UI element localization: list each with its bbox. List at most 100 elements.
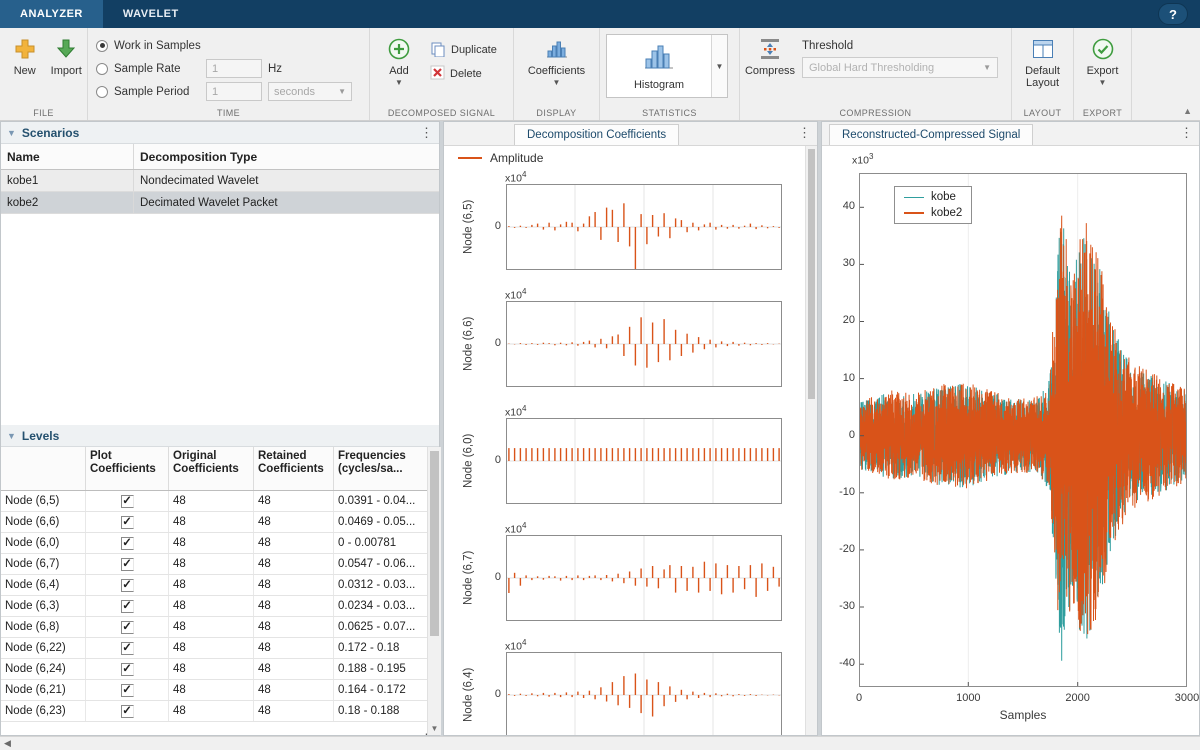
node-label-cell: Node (6,5): [1, 491, 86, 511]
node-label-cell: Node (6,3): [1, 596, 86, 616]
display-section-label: DISPLAY: [514, 108, 599, 118]
node-label-cell: Node (6,24): [1, 659, 86, 679]
levels-row[interactable]: Node (6,21)✓48480.164 - 0.172: [1, 680, 427, 701]
coeff-panel-menu-button[interactable]: ⋮: [798, 124, 811, 142]
plot-cell: ✓: [86, 659, 169, 679]
levels-row[interactable]: Node (6,0)✓48480 - 0.00781: [1, 533, 427, 554]
default-layout-label: Default Layout: [1018, 65, 1068, 89]
retained-coefficients-cell: 48: [254, 491, 334, 511]
add-button[interactable]: Add ▼: [374, 32, 424, 87]
scenario-decomposition-type: Nondecimated Wavelet: [134, 170, 439, 191]
histogram-button[interactable]: Histogram: [607, 35, 711, 97]
work-in-samples-radio[interactable]: [96, 40, 108, 52]
new-label: New: [14, 65, 36, 77]
coeff-panel-header: Decomposition Coefficients ⋮: [444, 122, 817, 146]
scenario-row[interactable]: kobe1Nondecimated Wavelet: [1, 170, 439, 192]
levels-row[interactable]: Node (6,8)✓48480.0625 - 0.07...: [1, 617, 427, 638]
levels-row[interactable]: Node (6,22)✓48480.172 - 0.18: [1, 638, 427, 659]
plot-checkbox[interactable]: ✓: [121, 495, 134, 508]
chevron-down-icon: ▼: [983, 63, 991, 72]
compress-button[interactable]: Compress: [742, 32, 798, 77]
coeff-scrollbar[interactable]: [805, 146, 817, 735]
original-coefficients-cell: 48: [169, 659, 254, 679]
retained-coefficients-cell: 48: [254, 596, 334, 616]
frequencies-cell: 0.0547 - 0.06...: [334, 554, 427, 574]
coeff-scrollbar-thumb[interactable]: [808, 149, 815, 399]
collapse-left-icon[interactable]: ◀: [4, 738, 11, 749]
node-label-cell: Node (6,22): [1, 638, 86, 658]
signal-panel-menu-button[interactable]: ⋮: [1180, 124, 1193, 142]
collapse-triangle-icon[interactable]: ▼: [7, 431, 16, 441]
scenarios-menu-button[interactable]: ⋮: [420, 124, 433, 142]
file-section-label: FILE: [0, 108, 87, 118]
duplicate-button[interactable]: Duplicate: [424, 38, 503, 62]
levels-row[interactable]: Node (6,6)✓48480.0469 - 0.05...: [1, 512, 427, 533]
y-tick-label: -20: [825, 543, 855, 555]
sample-rate-input[interactable]: 1: [206, 59, 262, 78]
sample-period-input[interactable]: 1: [206, 82, 262, 101]
plot-checkbox[interactable]: ✓: [121, 579, 134, 592]
levels-row[interactable]: Node (6,4)✓48480.0312 - 0.03...: [1, 575, 427, 596]
retained-coefficients-cell: 48: [254, 533, 334, 553]
signal-panel-tab[interactable]: Reconstructed-Compressed Signal: [829, 124, 1033, 145]
plot-checkbox[interactable]: ✓: [121, 642, 134, 655]
coefficients-button[interactable]: Coefficients ▼: [519, 32, 595, 87]
frequencies-cell: 0.0234 - 0.03...: [334, 596, 427, 616]
levels-row[interactable]: Node (6,7)✓48480.0547 - 0.06...: [1, 554, 427, 575]
plot-checkbox[interactable]: ✓: [121, 558, 134, 571]
column-header-plot-coefficients: Plot Coefficients: [86, 447, 169, 490]
coefficient-subplot: x104Node (6,4)0: [444, 637, 807, 735]
levels-row[interactable]: Node (6,5)✓48480.0391 - 0.04...: [1, 491, 427, 512]
gallery-dropdown-button[interactable]: ▼: [711, 35, 727, 97]
levels-row[interactable]: Node (6,24)✓48480.188 - 0.195: [1, 659, 427, 680]
scenarios-table: Name Decomposition Type kobe1Nondecimate…: [1, 144, 439, 214]
default-layout-button[interactable]: Default Layout: [1018, 32, 1068, 89]
kobe-legend-label: kobe: [931, 191, 956, 203]
layout-section-label: LAYOUT: [1012, 108, 1073, 118]
levels-scrollbar[interactable]: ▼: [427, 447, 441, 735]
column-header-original-coefficients: Original Coefficients: [169, 447, 254, 490]
levels-row[interactable]: Node (6,23)✓48480.18 - 0.188: [1, 701, 427, 722]
levels-row[interactable]: Node (6,3)✓48480.0234 - 0.03...: [1, 596, 427, 617]
export-label: Export: [1087, 65, 1119, 77]
y-tick-label: 20: [825, 314, 855, 326]
chevron-down-icon: ▼: [716, 62, 724, 71]
tab-analyzer[interactable]: ANALYZER: [0, 0, 103, 28]
coefficient-plots-area: x104Node (6,5)0x104Node (6,6)0x104Node (…: [444, 169, 807, 735]
collapse-triangle-icon[interactable]: ▼: [7, 128, 16, 138]
sample-rate-radio[interactable]: [96, 63, 108, 75]
scenario-row[interactable]: kobe2Decimated Wavelet Packet: [1, 192, 439, 214]
sample-period-radio[interactable]: [96, 86, 108, 98]
scroll-down-arrow-icon[interactable]: ▼: [428, 722, 441, 735]
plot-checkbox[interactable]: ✓: [121, 684, 134, 697]
legend-entry-kobe2: kobe2: [904, 207, 962, 219]
original-coefficients-cell: 48: [169, 701, 254, 721]
scenarios-title: Scenarios: [22, 126, 79, 140]
new-button[interactable]: New: [4, 32, 46, 77]
plot-checkbox[interactable]: ✓: [121, 537, 134, 550]
levels-scrollbar-thumb[interactable]: [430, 451, 439, 636]
plot-checkbox[interactable]: ✓: [121, 600, 134, 613]
export-button[interactable]: Export ▼: [1078, 32, 1128, 87]
new-plus-icon: [14, 35, 36, 63]
node-axis-label: Node (6,5): [461, 184, 476, 270]
sample-period-units-dropdown[interactable]: seconds ▼: [268, 82, 352, 101]
toolstrip-collapse-button[interactable]: ▲: [1183, 106, 1192, 116]
plot-checkbox[interactable]: ✓: [121, 516, 134, 529]
retained-coefficients-cell: 48: [254, 617, 334, 637]
coeff-panel-tab[interactable]: Decomposition Coefficients: [514, 124, 679, 145]
coefficients-label: Coefficients: [528, 65, 585, 77]
compress-icon: [758, 35, 782, 63]
help-button[interactable]: ?: [1158, 3, 1188, 25]
delete-button[interactable]: Delete: [424, 62, 503, 86]
y-tick-label: 30: [825, 257, 855, 269]
threshold-method-dropdown[interactable]: Global Hard Thresholding ▼: [802, 57, 998, 78]
statistics-gallery: Histogram ▼: [606, 34, 728, 98]
plot-checkbox[interactable]: ✓: [121, 663, 134, 676]
amplitude-legend-label: Amplitude: [490, 151, 543, 165]
import-button[interactable]: Import: [46, 32, 88, 77]
plot-checkbox[interactable]: ✓: [121, 705, 134, 718]
y-exponent-label: x104: [505, 287, 526, 302]
plot-checkbox[interactable]: ✓: [121, 621, 134, 634]
tab-wavelet[interactable]: WAVELET: [103, 0, 199, 28]
